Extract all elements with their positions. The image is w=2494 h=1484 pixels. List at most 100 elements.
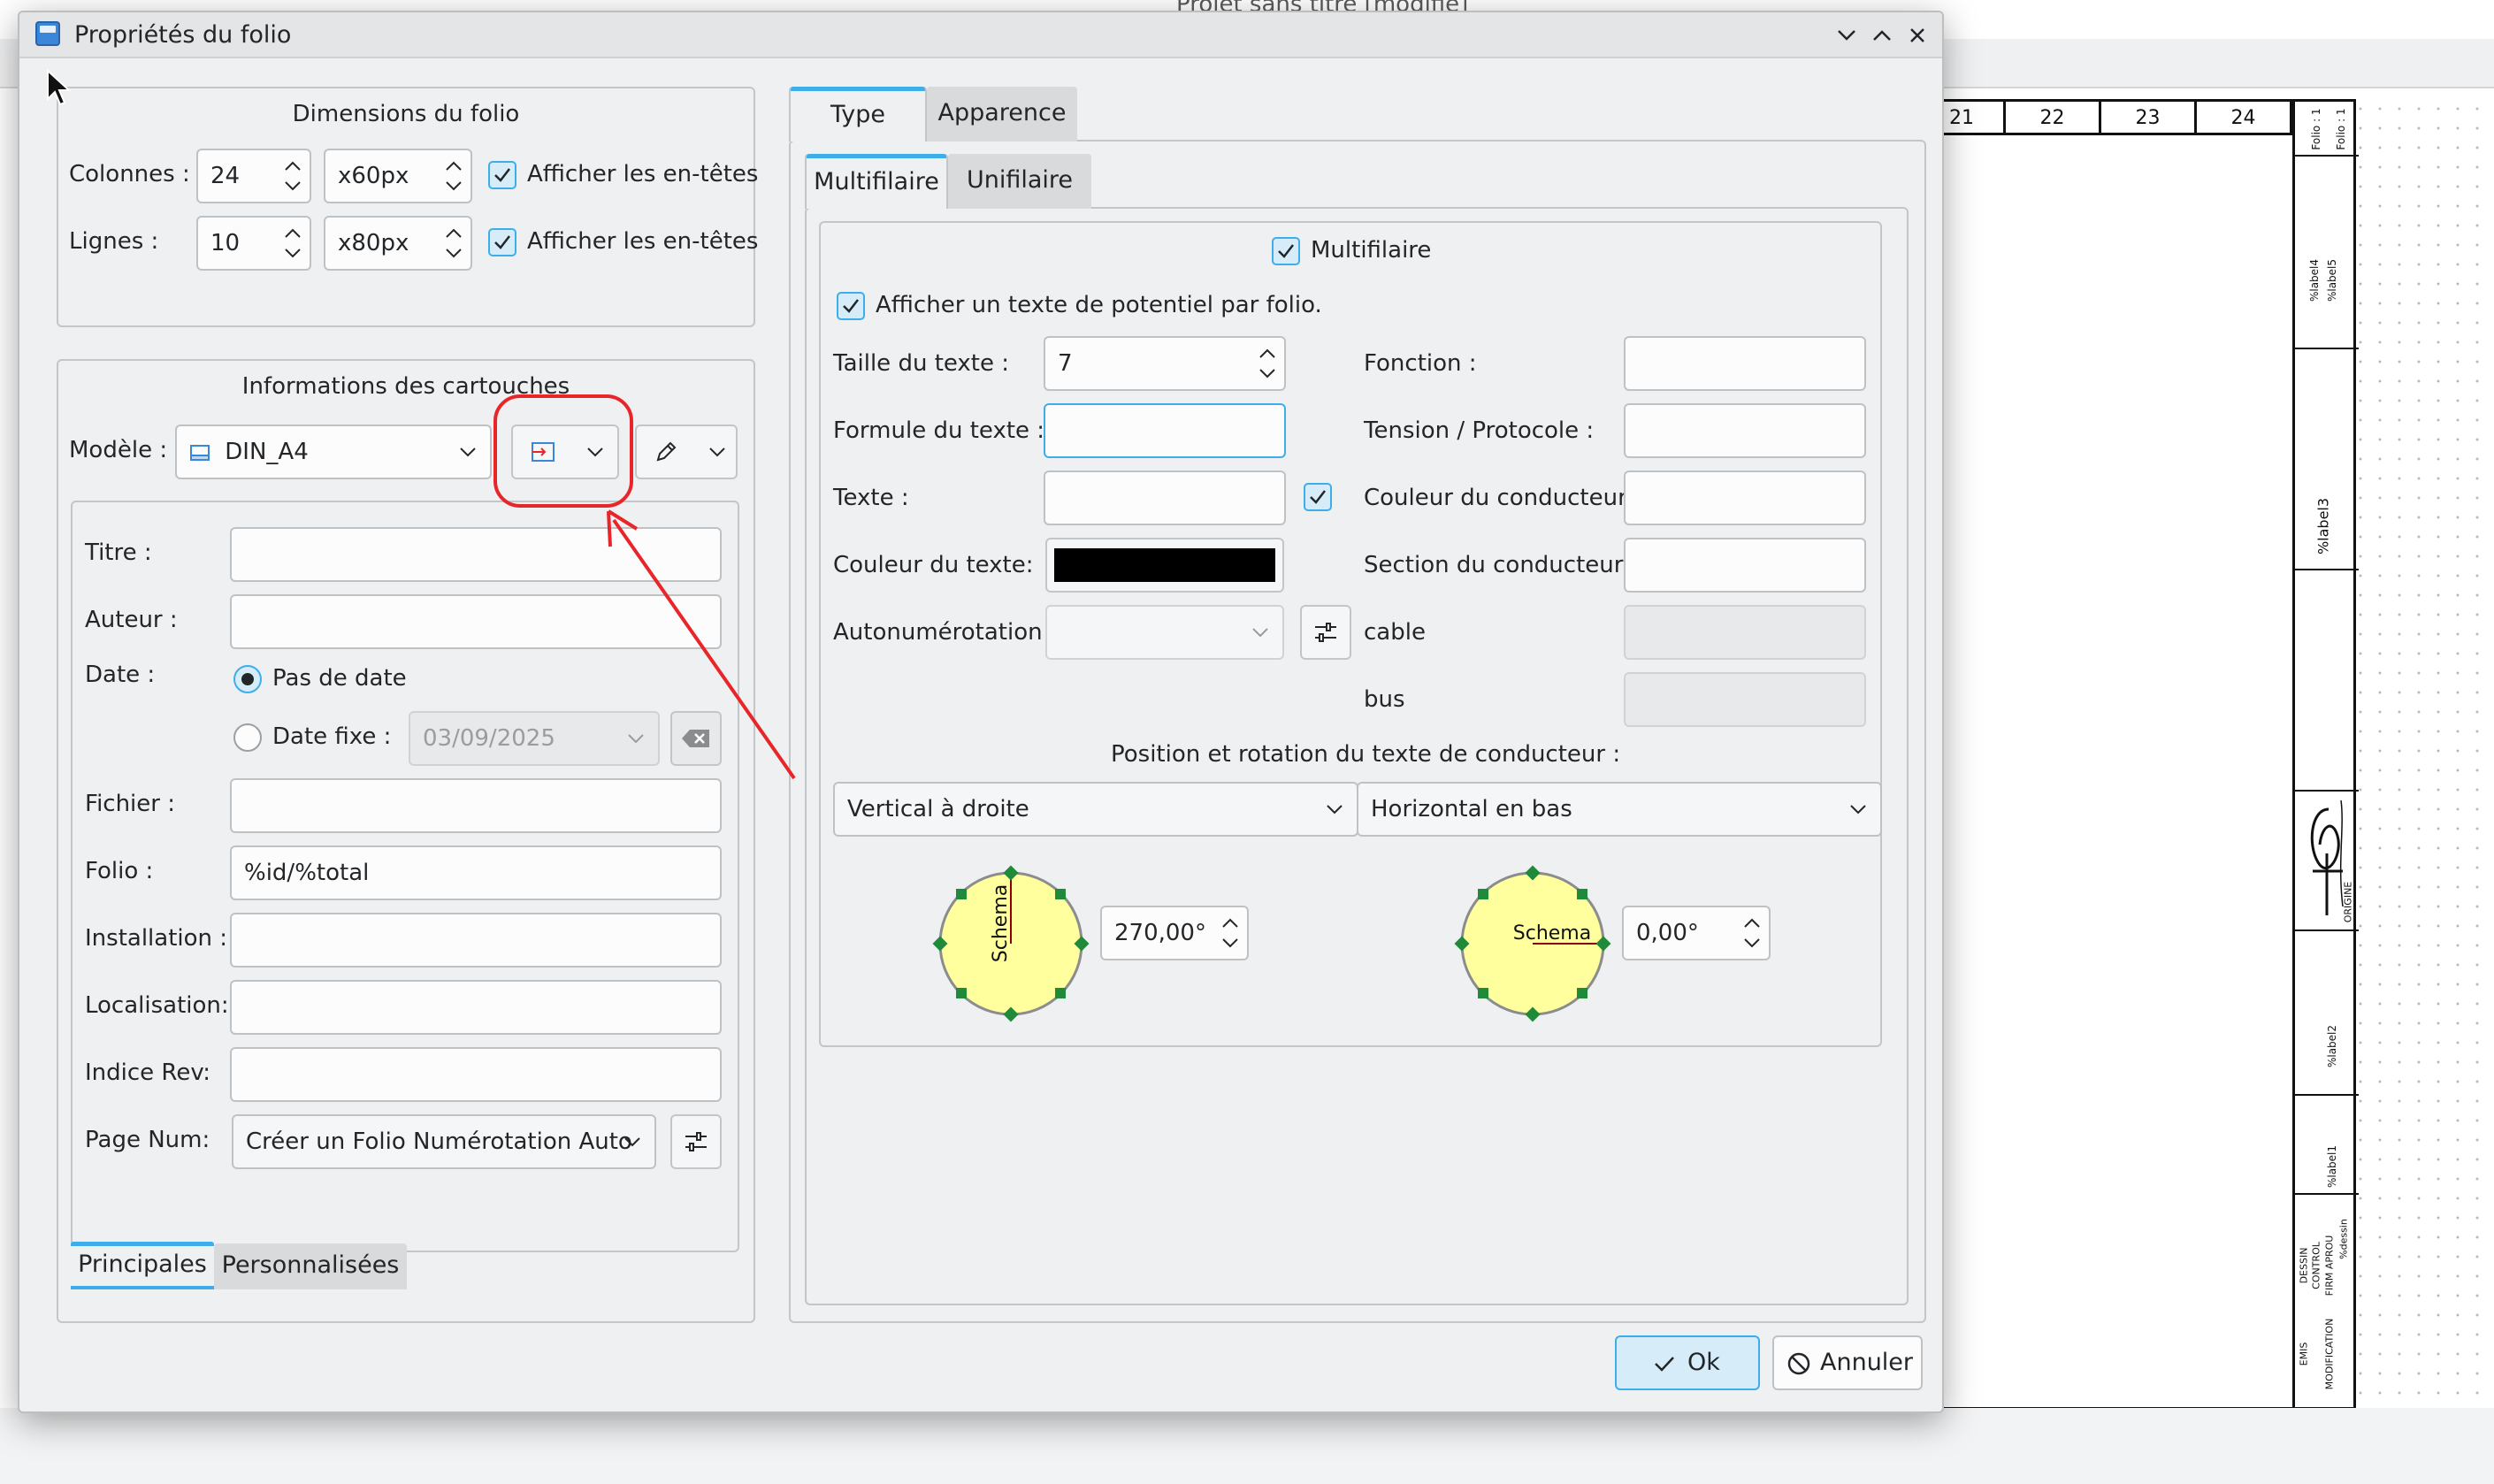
cancel-button[interactable]: Annuler xyxy=(1772,1335,1923,1390)
titleblock-edit-menu-button[interactable] xyxy=(635,425,738,479)
localisation-field[interactable] xyxy=(230,980,722,1035)
pencil-icon xyxy=(656,441,677,462)
tab-principales[interactable]: Principales xyxy=(71,1242,214,1289)
tab-type[interactable]: Type xyxy=(789,87,927,142)
folio-dimensions-group: Dimensions du folio xyxy=(57,87,755,327)
voltage-field[interactable] xyxy=(1624,403,1866,458)
vertical-text-rotation-dial[interactable]: Schema xyxy=(929,861,1093,1026)
cartouche-text: ORIGINE xyxy=(2342,881,2354,923)
fixed-date-radio[interactable] xyxy=(233,723,262,752)
vertical-dial-text: Schema xyxy=(990,884,1012,962)
fixed-date-picker[interactable]: 03/09/2025 xyxy=(409,711,660,766)
tab-multifilaire[interactable]: Multifilaire xyxy=(805,154,948,209)
potential-text-checkbox[interactable] xyxy=(837,292,865,320)
auteur-label: Auteur : xyxy=(85,607,178,633)
spin-arrows-icon[interactable] xyxy=(283,223,302,264)
show-row-headers-checkbox[interactable] xyxy=(488,228,516,256)
conductor-section-field[interactable] xyxy=(1624,538,1866,593)
conductor-color-field[interactable] xyxy=(1624,470,1866,525)
columns-value: 24 xyxy=(210,163,241,189)
column-number: 21 xyxy=(1942,102,2006,135)
cable-field[interactable] xyxy=(1624,605,1866,660)
column-number: 23 xyxy=(2101,102,2197,135)
autonum-select[interactable] xyxy=(1045,605,1284,660)
fixed-date-value: 03/09/2025 xyxy=(423,725,555,752)
indice-rev-field[interactable] xyxy=(230,1047,722,1102)
fichier-field[interactable] xyxy=(230,778,722,833)
folio-field[interactable]: %id/%total xyxy=(230,845,722,900)
multiwire-checkbox[interactable] xyxy=(1272,237,1300,265)
vertical-position-select[interactable]: Vertical à droite xyxy=(833,782,1358,837)
titleblock-export-menu-button[interactable] xyxy=(511,425,619,479)
column-number: 22 xyxy=(2006,102,2101,135)
minimize-chevron-icon[interactable] xyxy=(1832,21,1861,50)
model-select[interactable]: DIN_A4 xyxy=(175,425,492,479)
tab-personnalisees[interactable]: Personnalisées xyxy=(214,1243,407,1289)
check-icon xyxy=(1655,1357,1674,1372)
text-visible-checkbox[interactable] xyxy=(1304,483,1332,511)
page-num-settings-button[interactable] xyxy=(670,1114,722,1169)
folio-label: Folio : xyxy=(85,858,154,884)
bus-label: bus xyxy=(1364,686,1405,713)
text-size-value: 7 xyxy=(1058,350,1073,377)
group-title: Informations des cartouches xyxy=(241,373,570,400)
text-size-spinbox[interactable]: 7 xyxy=(1044,336,1286,391)
model-value: DIN_A4 xyxy=(225,439,309,465)
horizontal-dial-text: Schema xyxy=(1513,922,1591,945)
columns-spinbox[interactable]: 24 xyxy=(196,149,311,203)
no-date-label: Pas de date xyxy=(272,665,407,692)
title-block: Folio : 1 Folio : 1 %label4 %label5 %lab… xyxy=(2292,102,2359,1407)
backspace-icon xyxy=(682,730,709,747)
sliders-icon xyxy=(685,1132,707,1151)
bus-field[interactable] xyxy=(1624,672,1866,727)
cartouche-text: CONTROL xyxy=(2310,1242,2322,1289)
spin-arrows-icon[interactable] xyxy=(283,156,302,196)
cartouche-cell: %label1 xyxy=(2295,1096,2359,1195)
show-column-headers-checkbox[interactable] xyxy=(488,161,516,189)
no-date-radio[interactable] xyxy=(233,665,262,693)
auteur-field[interactable] xyxy=(230,594,722,649)
row-height-value: x80px xyxy=(338,230,409,256)
ok-label: Ok xyxy=(1687,1349,1720,1376)
autonum-settings-button[interactable] xyxy=(1300,605,1351,660)
horizontal-angle-spinbox[interactable]: 0,00° xyxy=(1622,906,1771,960)
date-label: Date : xyxy=(85,662,156,688)
text-color-button[interactable] xyxy=(1045,538,1284,593)
dialog-titlebar[interactable]: Propriétés du folio xyxy=(19,12,1942,58)
rows-spinbox[interactable]: 10 xyxy=(196,216,311,271)
row-height-spinbox[interactable]: x80px xyxy=(324,216,472,271)
close-icon[interactable] xyxy=(1903,21,1932,50)
dialog-title: Propriétés du folio xyxy=(74,21,292,49)
spin-arrows-icon[interactable] xyxy=(444,156,463,196)
cartouche-text: Folio : 1 xyxy=(2310,108,2323,150)
tab-apparence[interactable]: Apparence xyxy=(927,87,1077,142)
column-width-spinbox[interactable]: x60px xyxy=(324,149,472,203)
function-field[interactable] xyxy=(1624,336,1866,391)
horizontal-position-select[interactable]: Horizontal en bas xyxy=(1357,782,1882,837)
vertical-angle-spinbox[interactable]: 270,00° xyxy=(1100,906,1249,960)
titre-field[interactable] xyxy=(230,527,722,582)
titleblock-template-icon xyxy=(190,444,210,461)
tab-unifilaire[interactable]: Unifilaire xyxy=(948,154,1091,209)
chevron-down-icon xyxy=(624,1137,640,1147)
horizontal-text-rotation-dial[interactable]: Schema xyxy=(1450,861,1615,1026)
spin-arrows-icon[interactable] xyxy=(1742,913,1762,953)
cartouche-cell: %label3 xyxy=(2295,349,2359,570)
voltage-label: Tension / Protocole : xyxy=(1364,417,1595,444)
autonum-label: Autonumérotation xyxy=(833,619,1043,646)
text-formula-label: Formule du texte : xyxy=(833,417,1045,444)
spin-arrows-icon[interactable] xyxy=(444,223,463,264)
clear-date-button[interactable] xyxy=(670,711,722,766)
installation-field[interactable] xyxy=(230,913,722,968)
text-formula-field[interactable] xyxy=(1044,403,1286,458)
cartouche-cell: Folio : 1 Folio : 1 xyxy=(2295,102,2359,157)
cartouche-text: %dessin xyxy=(2337,1219,2350,1259)
spin-arrows-icon[interactable] xyxy=(1258,343,1277,384)
columns-label: Colonnes : xyxy=(69,161,190,187)
ok-button[interactable]: Ok xyxy=(1615,1335,1760,1390)
maximize-chevron-icon[interactable] xyxy=(1868,21,1896,50)
text-field[interactable] xyxy=(1044,470,1286,525)
spin-arrows-icon[interactable] xyxy=(1220,913,1240,953)
page-num-select[interactable]: Créer un Folio Numérotation Auto xyxy=(232,1114,656,1169)
show-row-headers-label: Afficher les en-têtes xyxy=(527,228,759,255)
